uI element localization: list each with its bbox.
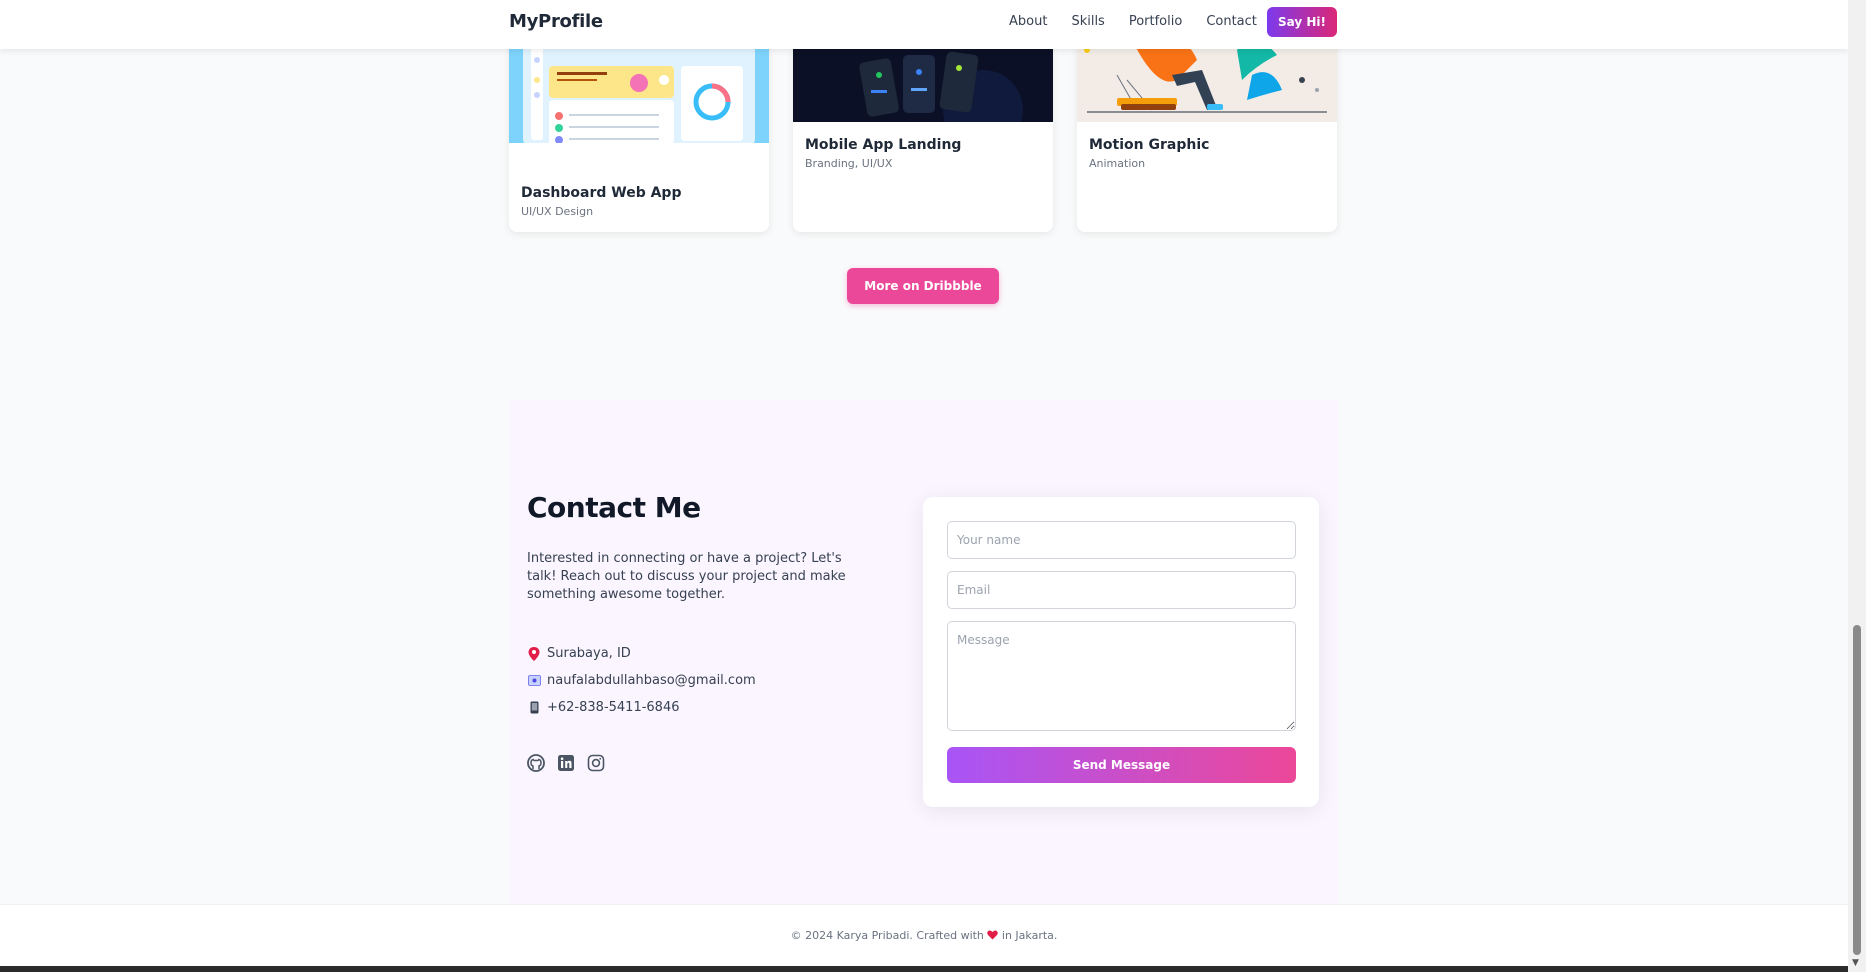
contact-description: Interested in connecting or have a proje… <box>527 551 846 602</box>
name-input[interactable] <box>947 521 1296 559</box>
window-bottom-edge <box>0 966 1848 972</box>
navbar: MyProfile About Skills Portfolio Contact… <box>0 0 1848 49</box>
github-icon[interactable] <box>527 754 545 772</box>
contact-title: Contact Me <box>527 491 701 524</box>
contact-email: naufalabdullahbaso@gmail.com <box>527 673 756 688</box>
contact-location: Surabaya, ID <box>527 646 631 661</box>
nav-link-skills[interactable]: Skills <box>1071 14 1104 29</box>
nav-link-contact[interactable]: Contact <box>1206 14 1257 29</box>
social-links <box>527 754 605 772</box>
send-message-button[interactable]: Send Message <box>947 747 1296 783</box>
brand-logo[interactable]: MyProfile <box>509 11 603 32</box>
portfolio-card-motion[interactable]: Motion Graphic Animation <box>1077 20 1337 232</box>
more-on-dribbble-button[interactable]: More on Dribbble <box>847 268 999 304</box>
vertical-scrollbar[interactable]: ▼ <box>1848 0 1866 972</box>
footer: © 2024 Karya Pribadi. Crafted with in Ja… <box>0 904 1848 966</box>
scroll-down-arrow-icon[interactable]: ▼ <box>1852 958 1859 968</box>
card-category: Animation <box>1089 157 1146 170</box>
footer-prefix: © 2024 Karya Pribadi. Crafted with <box>790 929 984 942</box>
phone-icon <box>527 701 541 715</box>
email-icon <box>527 674 541 688</box>
scrollbar-thumb[interactable] <box>1853 625 1861 955</box>
contact-phone-text[interactable]: +62-838-5411-6846 <box>547 700 680 715</box>
nav-link-about[interactable]: About <box>1009 14 1047 29</box>
email-input[interactable] <box>947 571 1296 609</box>
card-category: Branding, UI/UX <box>805 157 893 170</box>
location-pin-icon <box>527 646 541 661</box>
card-category: UI/UX Design <box>521 205 594 218</box>
say-hi-button[interactable]: Say Hi! <box>1267 7 1337 37</box>
heart-icon <box>987 929 1002 942</box>
footer-suffix: in Jakarta. <box>1001 929 1058 942</box>
instagram-icon[interactable] <box>587 754 605 772</box>
nav-links: About Skills Portfolio Contact <box>1009 14 1281 29</box>
contact-form: Send Message <box>923 497 1319 807</box>
card-title: Dashboard Web App <box>521 185 682 201</box>
message-textarea[interactable] <box>947 621 1296 731</box>
contact-phone: +62-838-5411-6846 <box>527 700 680 715</box>
nav-link-portfolio[interactable]: Portfolio <box>1129 14 1182 29</box>
contact-location-text: Surabaya, ID <box>547 646 631 661</box>
footer-text: © 2024 Karya Pribadi. Crafted with in Ja… <box>0 929 1848 942</box>
portfolio-card-dashboard[interactable]: Dashboard Web App UI/UX Design <box>509 20 769 232</box>
contact-section: Contact Me Interested in connecting or h… <box>509 400 1338 905</box>
card-title: Mobile App Landing <box>805 137 962 153</box>
linkedin-icon[interactable] <box>557 754 575 772</box>
contact-email-text[interactable]: naufalabdullahbaso@gmail.com <box>547 673 756 688</box>
card-title: Motion Graphic <box>1089 137 1210 153</box>
portfolio-card-mobile[interactable]: Mobile App Landing Branding, UI/UX <box>793 20 1053 232</box>
page: MyProfile About Skills Portfolio Contact… <box>0 0 1848 966</box>
